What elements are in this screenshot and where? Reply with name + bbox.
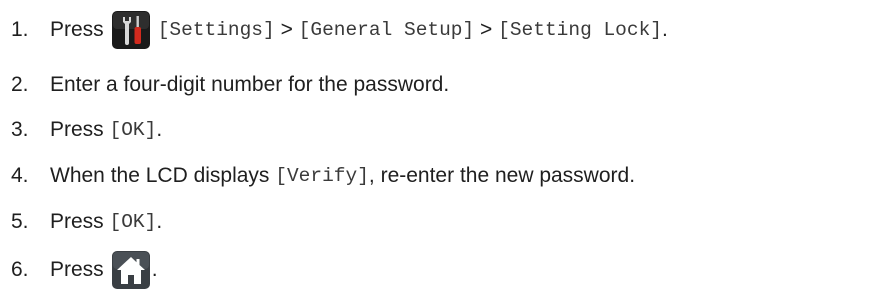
instruction-steps: 1. Press [Settings] > [General Setup] > … [0,0,877,294]
home-icon [111,251,150,289]
step-end: . [661,18,668,41]
step-end: . [156,210,163,233]
step-1: 1. Press [Settings] > [General Setup] > … [0,11,668,49]
step-2: 2. Enter a four-digit number for the pas… [0,71,449,99]
settings-tools-icon [111,11,150,49]
step-text: Enter a four-digit number for the passwo… [50,73,450,96]
menu-separator: > [480,18,493,41]
menu-setting-lock: [Setting Lock] [498,19,662,41]
step-5: 5. Press [OK] . [0,208,162,236]
step-text-press: Press [50,258,104,281]
menu-ok: [OK] [109,119,157,141]
menu-general-setup: [General Setup] [298,19,475,41]
step-text-before: When the LCD displays [50,164,270,187]
step-number: 2. [11,73,29,96]
step-number: 6. [11,258,29,281]
step-end: . [156,118,163,141]
step-3: 3. Press [OK] . [0,116,162,144]
step-number: 3. [11,118,29,141]
step-4: 4. When the LCD displays [Verify] , re-e… [0,162,635,190]
step-number: 1. [11,18,29,41]
menu-separator: > [280,18,293,41]
menu-settings: [Settings] [157,19,275,41]
step-text-press: Press [50,210,104,233]
step-text-after: , re-enter the new password. [368,164,636,187]
step-text-press: Press [50,118,104,141]
step-end: . [151,258,158,281]
menu-ok: [OK] [109,211,157,233]
step-number: 5. [11,210,29,233]
step-text-press: Press [50,18,104,41]
menu-verify: [Verify] [275,165,369,187]
step-number: 4. [11,164,29,187]
step-6: 6. Press . [0,251,158,289]
